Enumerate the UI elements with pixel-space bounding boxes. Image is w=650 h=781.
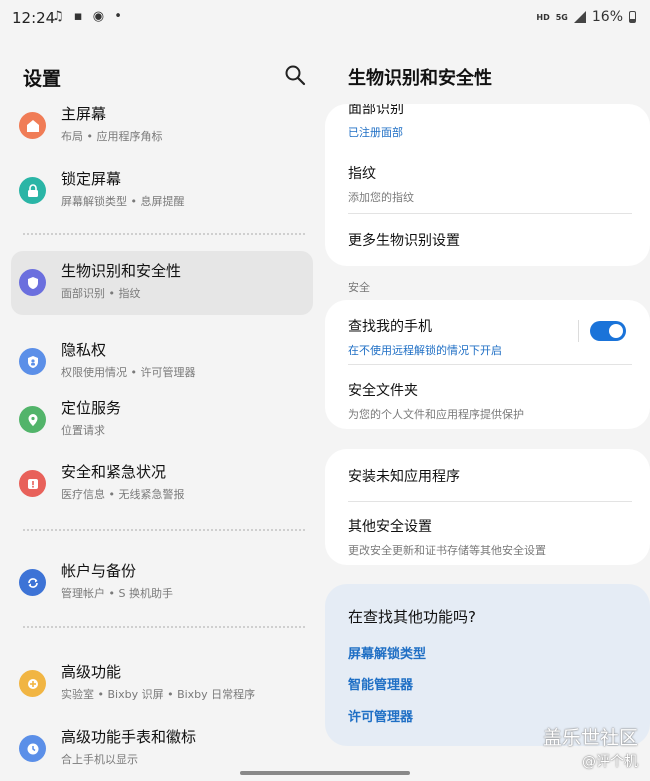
row-title: 指纹 — [348, 166, 376, 182]
detail-title: 生物识别和安全性 — [348, 68, 492, 89]
find-my-phone-row[interactable]: 查找我的手机 在不使用远程解锁的情况下开启 — [348, 316, 560, 358]
menu-item-subtitle: 医疗信息 • 无线紧急警报 — [61, 488, 185, 501]
detail-pane: 生物识别和安全性 面部识别 已注册面部 指纹 添加您的指纹 更多生物识别设置 安… — [325, 36, 650, 781]
divider — [23, 529, 305, 531]
menu-item-subtitle: 位置请求 — [61, 424, 105, 437]
toggle-divider — [578, 320, 579, 342]
row-title: 其他安全设置 — [348, 519, 432, 535]
watermark-title: 盖乐世社区 — [542, 727, 638, 749]
home-icon — [19, 112, 46, 139]
lock-icon — [19, 177, 46, 204]
status-right: HD 5G 16% — [536, 9, 636, 25]
link-device-care[interactable]: 智能管理器 — [348, 674, 413, 693]
menu-item-subtitle: 屏幕解锁类型 • 息屏提醒 — [61, 195, 185, 208]
suggestions-question: 在查找其他功能吗? — [348, 608, 476, 626]
menu-item-title: 定位服务 — [61, 399, 122, 417]
other-security-settings-row[interactable]: 其他安全设置 更改安全更新和证书存储等其他安全设置 — [348, 516, 632, 558]
row-divider — [348, 364, 632, 365]
find-my-phone-toggle[interactable] — [590, 321, 626, 341]
notification-icons: ♫ ▪ ◉ • — [52, 9, 125, 24]
fingerprint-row[interactable]: 指纹 添加您的指纹 — [348, 163, 632, 205]
battery-icon — [629, 11, 636, 23]
battery-percent: 16% — [591, 9, 623, 25]
row-subtitle: 已注册面部 — [348, 126, 403, 139]
shield-icon — [19, 269, 46, 296]
privacy-icon — [19, 348, 46, 375]
page-title: 设置 — [23, 68, 62, 90]
security-card: 查找我的手机 在不使用远程解锁的情况下开启 安全文件夹 为您的个人文件和应用程序… — [325, 300, 650, 429]
row-subtitle: 在不使用远程解锁的情况下开启 — [348, 344, 502, 357]
divider — [23, 233, 305, 235]
face-recognition-row[interactable]: 面部识别 已注册面部 — [348, 104, 632, 140]
menu-item-subtitle: 实验室 • Bixby 识屏 • Bixby 日常程序 — [61, 688, 256, 701]
status-time: 12:24 — [12, 9, 56, 27]
link-permission-manager[interactable]: 许可管理器 — [348, 706, 413, 725]
row-subtitle: 添加您的指纹 — [348, 191, 414, 204]
menu-item-subtitle: 权限使用情况 • 许可管理器 — [61, 366, 196, 379]
gear-plus-icon — [19, 670, 46, 697]
menu-item-subtitle: 管理帐户 • S 换机助手 — [61, 587, 173, 600]
row-title: 安装未知应用程序 — [348, 469, 460, 485]
sync-icon — [19, 569, 46, 596]
install-unknown-apps-row[interactable]: 安装未知应用程序 — [348, 466, 632, 486]
settings-list-pane: 设置 主屏幕 布局 • 应用程序角标 锁定屏幕 屏幕解锁类型 • 息屏提醒 生物… — [0, 36, 325, 781]
divider — [23, 626, 305, 628]
row-title: 更多生物识别设置 — [348, 233, 460, 249]
row-title: 面部识别 — [348, 104, 404, 117]
clock-icon — [19, 735, 46, 762]
row-subtitle: 为您的个人文件和应用程序提供保护 — [348, 408, 524, 421]
location-icon — [19, 406, 46, 433]
hd-icon: HD — [536, 12, 550, 22]
gesture-navigation-bar[interactable] — [240, 771, 410, 775]
status-bar: 12:24 ♫ ▪ ◉ • HD 5G 16% — [0, 0, 650, 36]
row-title: 安全文件夹 — [348, 383, 418, 399]
menu-item-privacy[interactable]: 隐私权 权限使用情况 • 许可管理器 — [11, 330, 313, 394]
section-label-security: 安全 — [348, 281, 370, 294]
menu-item-title: 锁定屏幕 — [61, 170, 122, 188]
menu-item-title: 高级功能手表和徽标 — [61, 728, 197, 746]
menu-item-subtitle: 面部识别 • 指纹 — [61, 287, 141, 300]
biometrics-card: 面部识别 已注册面部 指纹 添加您的指纹 更多生物识别设置 — [325, 104, 650, 266]
menu-item-lock-screen[interactable]: 锁定屏幕 屏幕解锁类型 • 息屏提醒 — [11, 159, 313, 223]
search-icon[interactable] — [284, 64, 306, 86]
suggestions-card: 在查找其他功能吗? 屏幕解锁类型 智能管理器 许可管理器 — [325, 584, 650, 746]
link-screen-lock-type[interactable]: 屏幕解锁类型 — [348, 643, 426, 662]
menu-item-biometrics-security[interactable]: 生物识别和安全性 面部识别 • 指纹 — [11, 251, 313, 315]
row-divider — [348, 213, 632, 214]
other-security-card: 安装未知应用程序 其他安全设置 更改安全更新和证书存储等其他安全设置 — [325, 449, 650, 565]
menu-item-safety-emergency[interactable]: 安全和紧急状况 医疗信息 • 无线紧急警报 — [11, 452, 313, 516]
row-divider — [348, 501, 632, 502]
menu-item-title: 隐私权 — [61, 341, 107, 359]
secure-folder-row[interactable]: 安全文件夹 为您的个人文件和应用程序提供保护 — [348, 380, 632, 422]
row-title: 查找我的手机 — [348, 319, 432, 335]
menu-item-title: 帐户与备份 — [61, 562, 137, 580]
menu-item-title: 生物识别和安全性 — [61, 262, 182, 280]
menu-item-subtitle: 合上手机以显示 — [61, 753, 138, 766]
menu-item-title: 高级功能 — [61, 663, 122, 681]
menu-item-subtitle: 布局 • 应用程序角标 — [61, 130, 163, 143]
menu-item-title: 安全和紧急状况 — [61, 463, 167, 481]
5g-icon: 5G — [555, 12, 568, 22]
menu-item-advanced-features[interactable]: 高级功能 实验室 • Bixby 识屏 • Bixby 日常程序 — [11, 652, 313, 716]
signal-icon — [573, 11, 586, 23]
row-subtitle: 更改安全更新和证书存储等其他安全设置 — [348, 544, 546, 557]
alert-icon — [19, 470, 46, 497]
more-biometrics-row[interactable]: 更多生物识别设置 — [348, 230, 632, 250]
menu-item-title: 主屏幕 — [61, 105, 107, 123]
menu-item-accounts-backup[interactable]: 帐户与备份 管理帐户 • S 换机助手 — [11, 551, 313, 615]
menu-item-home-screen[interactable]: 主屏幕 布局 • 应用程序角标 — [11, 94, 313, 158]
menu-item-location[interactable]: 定位服务 位置请求 — [11, 388, 313, 452]
watermark-handle: @评个机 — [582, 754, 638, 770]
